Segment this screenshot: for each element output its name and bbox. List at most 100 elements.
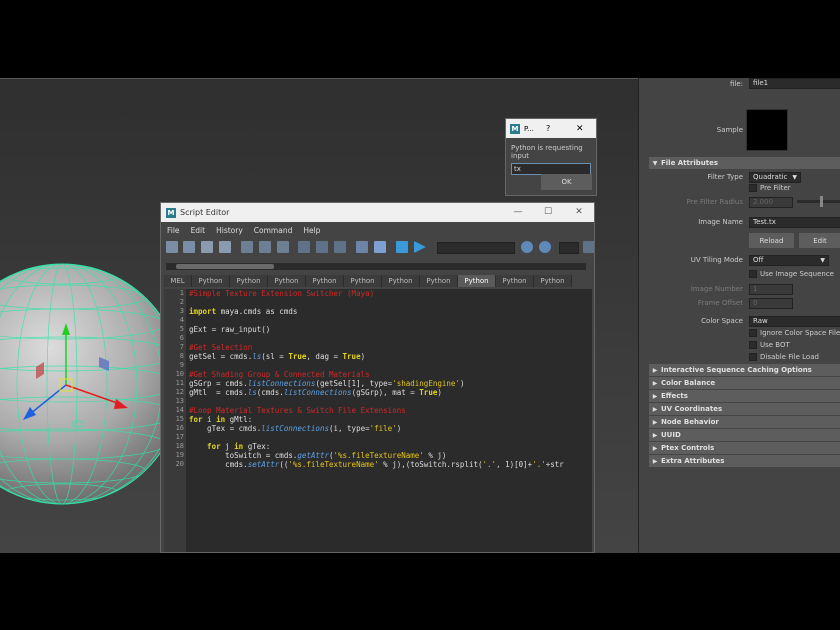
frame-offset-field[interactable]: 0 (749, 297, 793, 309)
uv-tiling-mode-dropdown[interactable]: Off ▼ (749, 254, 829, 266)
open-script-icon[interactable] (166, 241, 178, 253)
search-next-icon[interactable] (539, 241, 551, 253)
image-name-field[interactable]: Test.tx (749, 216, 840, 228)
line-number: 5 (179, 325, 184, 333)
code-line-10: #Get Shading Group & Connected Materials (189, 370, 370, 379)
slider-handle[interactable] (820, 196, 823, 207)
line-number: 20 (175, 460, 184, 468)
line-number: 10 (175, 370, 184, 378)
ok-button[interactable]: OK (541, 174, 592, 190)
menu-history[interactable]: History (216, 226, 243, 235)
maximize-icon[interactable]: ☐ (541, 205, 555, 219)
code-editor[interactable]: 1 2 3 4 5 6 7 8 9 10 11 12 13 14 15 16 1… (164, 289, 592, 552)
execute-icon[interactable] (414, 241, 426, 253)
minimize-icon[interactable]: — (511, 205, 525, 219)
disable-file-load-checkbox[interactable] (749, 353, 757, 361)
line-number: 4 (179, 316, 184, 324)
pre-filter-checkbox[interactable] (749, 184, 757, 192)
tab-python-4[interactable]: Python (306, 275, 344, 287)
line-number: 2 (179, 298, 184, 306)
file-node-field[interactable]: file1 (749, 78, 840, 89)
ignore-color-space-checkbox[interactable] (749, 329, 757, 337)
show-stack-trace-icon[interactable] (334, 241, 346, 253)
menu-edit[interactable]: Edit (191, 226, 206, 235)
search-field[interactable] (437, 242, 515, 254)
code-line-20: cmds.setAttr(('%s.fileTextureName' % j),… (189, 460, 564, 469)
line-number: 15 (175, 415, 184, 423)
help-icon[interactable]: ? (546, 124, 550, 133)
line-number-field[interactable] (559, 242, 579, 254)
edit-button[interactable]: Edit (799, 233, 840, 248)
code-line-18: for j in gTex: (189, 442, 271, 451)
frame-offset-label: Frame Offset (697, 299, 743, 307)
pre-filter-radius-field[interactable]: 2.000 (749, 196, 793, 208)
goto-line-icon[interactable] (583, 241, 594, 253)
expand-triangle-icon: ▶ (652, 418, 658, 426)
scrollbar-thumb[interactable] (176, 264, 274, 269)
line-number: 3 (179, 307, 184, 315)
echo-all-icon[interactable] (298, 241, 310, 253)
section-color-balance[interactable]: ▶ Color Balance (649, 377, 840, 389)
clear-all-icon[interactable] (277, 241, 289, 253)
maya-logo-icon: M (166, 207, 176, 218)
code-line-1: #Simple Texture Extension Switcher (Maya… (189, 289, 375, 298)
execute-all-icon[interactable] (396, 241, 408, 253)
tab-python-7[interactable]: Python (420, 275, 458, 287)
clear-input-icon[interactable] (259, 241, 271, 253)
code-line-16: gTex = cmds.listConnections(i, type='fil… (189, 424, 402, 433)
python-dialog-titlebar[interactable]: M P... ? ✕ (506, 119, 596, 138)
clear-history-icon[interactable] (241, 241, 253, 253)
line-number: 13 (175, 397, 184, 405)
history-scrollbar[interactable] (166, 263, 586, 270)
line-number: 19 (175, 451, 184, 459)
tab-python-5[interactable]: Python (344, 275, 382, 287)
show-tooltip-icon[interactable] (356, 241, 368, 253)
section-interactive-sequence-caching[interactable]: ▶ Interactive Sequence Caching Options (649, 364, 840, 376)
section-file-attributes[interactable]: ▼ File Attributes (649, 157, 840, 169)
reload-button[interactable]: Reload (749, 233, 794, 248)
section-extra-attributes[interactable]: ▶ Extra Attributes (649, 455, 840, 467)
section-ptex-controls[interactable]: ▶ Ptex Controls (649, 442, 840, 454)
save-to-shelf-icon[interactable] (219, 241, 231, 253)
expand-triangle-icon: ▶ (652, 392, 658, 400)
close-icon[interactable]: ✕ (572, 205, 586, 219)
section-node-behavior[interactable]: ▶ Node Behavior (649, 416, 840, 428)
line-number: 17 (175, 433, 184, 441)
close-icon[interactable]: ✕ (576, 124, 584, 134)
pre-filter-label: Pre Filter (760, 184, 791, 192)
tab-python-6[interactable]: Python (382, 275, 420, 287)
tab-python-1[interactable]: Python (192, 275, 230, 287)
expand-triangle-icon: ▶ (652, 457, 658, 465)
tab-python-10[interactable]: Python (534, 275, 572, 287)
tab-python-9[interactable]: Python (496, 275, 534, 287)
script-editor-titlebar[interactable]: M Script Editor — ☐ ✕ (161, 203, 594, 222)
line-numbers-icon[interactable] (316, 241, 328, 253)
search-icon[interactable] (521, 241, 533, 253)
line-number: 16 (175, 424, 184, 432)
tab-python-2[interactable]: Python (230, 275, 268, 287)
line-number: 8 (179, 352, 184, 360)
tab-python-active[interactable]: Python (458, 275, 496, 287)
section-uuid[interactable]: ▶ UUID (649, 429, 840, 441)
use-bot-checkbox[interactable] (749, 341, 757, 349)
color-space-dropdown[interactable]: Raw (749, 315, 840, 327)
menu-file[interactable]: File (167, 226, 180, 235)
line-number: 12 (175, 388, 184, 396)
section-uv-coordinates[interactable]: ▶ UV Coordinates (649, 403, 840, 415)
section-effects[interactable]: ▶ Effects (649, 390, 840, 402)
pre-filter-radius-slider[interactable] (797, 200, 840, 203)
image-number-field[interactable]: 1 (749, 283, 793, 295)
layout-icon[interactable] (374, 241, 386, 253)
tab-python-3[interactable]: Python (268, 275, 306, 287)
source-script-icon[interactable] (183, 241, 195, 253)
use-image-sequence-checkbox[interactable] (749, 270, 757, 278)
filter-type-dropdown[interactable]: Quadratic ▼ (749, 171, 801, 183)
line-number: 1 (179, 289, 184, 297)
tab-mel[interactable]: MEL (164, 275, 192, 287)
menu-help[interactable]: Help (303, 226, 320, 235)
menu-command[interactable]: Command (254, 226, 293, 235)
script-editor-title: Script Editor (180, 208, 230, 217)
script-editor-menubar: File Edit History Command Help (161, 222, 594, 238)
save-script-icon[interactable] (201, 241, 213, 253)
collapse-triangle-icon: ▼ (652, 159, 658, 167)
